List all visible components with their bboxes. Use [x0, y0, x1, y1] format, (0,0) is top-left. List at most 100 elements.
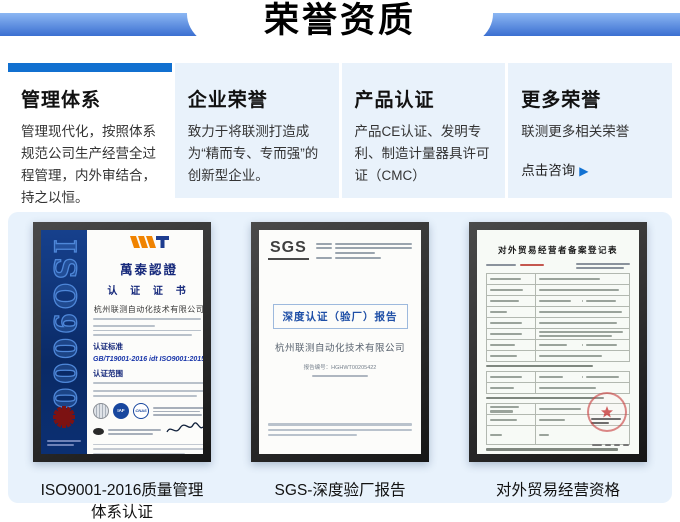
text-line-placeholder: [93, 390, 203, 392]
bottom-note-placeholder: [486, 448, 630, 450]
certificate-sgs[interactable]: SGS 深度认证（验厂）报告 杭州联测自动化技术有限公司 报告编号：HGHWT0…: [251, 222, 429, 462]
meta-right-placeholder: [576, 261, 630, 269]
form-table-middle: [486, 371, 630, 394]
caption-foreign-trade: 对外贸易经营资格: [469, 478, 647, 522]
tab-title: 产品认证: [355, 85, 493, 112]
text-line-placeholder: [539, 278, 600, 280]
red-starburst-seal-icon: [51, 404, 77, 430]
text-line-placeholder: [576, 263, 630, 265]
wit-logo-icon: [127, 235, 171, 255]
text-line-placeholder: [486, 448, 618, 450]
scope-text-placeholder: [93, 379, 203, 396]
tab-description: 管理现代化，按照体系规范公司生产经营全过程管理，内外审结合，持之以恒。: [21, 121, 159, 208]
section-note-placeholder: [486, 365, 630, 367]
text-line-placeholder: [268, 423, 412, 425]
section-header: 荣誉资质: [0, 0, 680, 52]
trade-form-paper: 对外贸易经营者备案登记表: [477, 230, 639, 454]
table-row: [487, 372, 630, 383]
tab-description: 联测更多相关荣誉: [521, 121, 659, 143]
arrow-right-icon: ▶: [579, 164, 588, 178]
text-line-placeholder: [490, 376, 522, 378]
text-line-placeholder: [93, 444, 203, 446]
table-row: [487, 285, 630, 296]
standard-number: GB/T19001-2016 idt ISO9001:2015: [93, 356, 203, 363]
page-title: 荣誉资质: [264, 0, 416, 42]
text-line-placeholder: [486, 397, 604, 399]
consult-link[interactable]: 点击咨询▶: [521, 159, 659, 179]
scope-label: 认证范围: [93, 368, 123, 379]
text-line-placeholder: [539, 408, 581, 410]
caption-iso9001: ISO9001-2016质量管理体系认证: [33, 478, 211, 522]
table-row: [487, 318, 630, 329]
text-line-placeholder: [614, 444, 620, 446]
tab-product-certification[interactable]: 产品认证 产品CE认证、发明专利、制造计量器具许可证（CMC）: [342, 63, 506, 198]
iso-certificate-paper: ISO9000: [41, 230, 203, 454]
text-line-placeholder: [520, 264, 544, 267]
text-line-placeholder: [268, 434, 357, 436]
certificate-foreign-trade[interactable]: 对外贸易经营者备案登记表: [469, 222, 647, 462]
sgs-report-paper: SGS 深度认证（验厂）报告 杭州联测自动化技术有限公司 报告编号：HGHWT0…: [259, 230, 421, 454]
signature-caption-placeholder: [108, 427, 161, 435]
report-title: 深度认证（验厂）报告: [273, 304, 408, 329]
cnas-logo-icon: CNAS: [133, 403, 149, 419]
tab-management-system[interactable]: 管理体系 管理现代化，按照体系规范公司生产经营全过程管理，内外审结合，持之以恒。: [8, 63, 172, 198]
text-line-placeholder: [539, 289, 619, 291]
text-line-placeholder: [93, 453, 185, 454]
tab-description: 致力于将联测打造成为“精而专、专而强”的创新型企业。: [188, 121, 326, 187]
form-title: 对外贸易经营者备案登记表: [486, 244, 630, 256]
accreditation-logos: IAF CNAS: [93, 403, 203, 419]
certificate-iso9001[interactable]: ISO9000: [33, 222, 211, 462]
text-line-placeholder: [490, 322, 522, 324]
signature-row: [93, 422, 203, 441]
registration-number-placeholder: [486, 261, 544, 269]
header-info-placeholder: [316, 240, 412, 259]
report-date-placeholder: [312, 375, 368, 377]
text-line-placeholder: [93, 334, 192, 336]
footnote-text-placeholder: [93, 441, 203, 454]
certificates-panel: ISO9000: [8, 212, 672, 503]
text-line-placeholder: [490, 387, 514, 389]
band-small-text-placeholder: [47, 438, 81, 446]
table-row: [487, 329, 630, 340]
certificate-captions: ISO9001-2016质量管理体系认证 SGS-深度验厂报告 对外贸易经营资格: [33, 478, 647, 522]
form-table-top: [486, 273, 630, 362]
text-line-placeholder: [47, 444, 74, 446]
date-line-placeholder: [592, 444, 629, 446]
text-line-placeholder: [539, 300, 571, 302]
text-line-placeholder: [93, 382, 203, 384]
text-line-placeholder: [335, 243, 412, 245]
text-line-placeholder: [490, 344, 515, 346]
text-line-placeholder: [586, 344, 617, 346]
text-line-placeholder: [576, 267, 624, 269]
text-line-placeholder: [490, 311, 507, 313]
text-line-placeholder: [93, 325, 155, 327]
table-row: [487, 296, 630, 307]
text-line-placeholder: [539, 434, 549, 436]
text-line-placeholder: [490, 355, 517, 357]
text-line-placeholder: [316, 243, 332, 245]
text-line-placeholder: [47, 440, 81, 442]
text-line-placeholder: [623, 444, 629, 446]
caption-sgs: SGS-深度验厂报告: [251, 478, 429, 522]
text-line-placeholder: [108, 433, 153, 435]
company-name: 杭州联测自动化技术有限公司: [94, 304, 203, 315]
text-line-placeholder: [93, 330, 201, 332]
iso-blue-band: ISO9000: [41, 230, 87, 454]
accreditation-text-placeholder: [153, 405, 203, 416]
tab-more-honors[interactable]: 更多荣誉 联测更多相关荣誉 点击咨询▶: [508, 63, 672, 198]
text-line-placeholder: [486, 365, 593, 367]
text-line-placeholder: [586, 376, 619, 378]
red-round-seal-icon: [587, 392, 627, 432]
sgs-report-header: SGS: [268, 240, 412, 260]
header-title-notch: 荣誉资质: [187, 0, 493, 50]
text-line-placeholder: [539, 419, 565, 421]
standard-label: 认证标准: [93, 341, 123, 352]
text-line-placeholder: [605, 444, 611, 446]
text-line-placeholder: [539, 322, 618, 324]
report-number: 报告编号：HGHWT00205422: [268, 363, 412, 371]
tab-enterprise-honor[interactable]: 企业荣誉 致力于将联测打造成为“精而专、专而强”的创新型企业。: [175, 63, 339, 198]
text-line-placeholder: [539, 335, 612, 337]
text-line-placeholder: [490, 419, 517, 421]
iso-certificate-body: 萬泰認證 认 证 证 书 杭州联测自动化技术有限公司 认证标准 GB/T1900…: [87, 230, 203, 454]
text-line-placeholder: [586, 300, 616, 302]
